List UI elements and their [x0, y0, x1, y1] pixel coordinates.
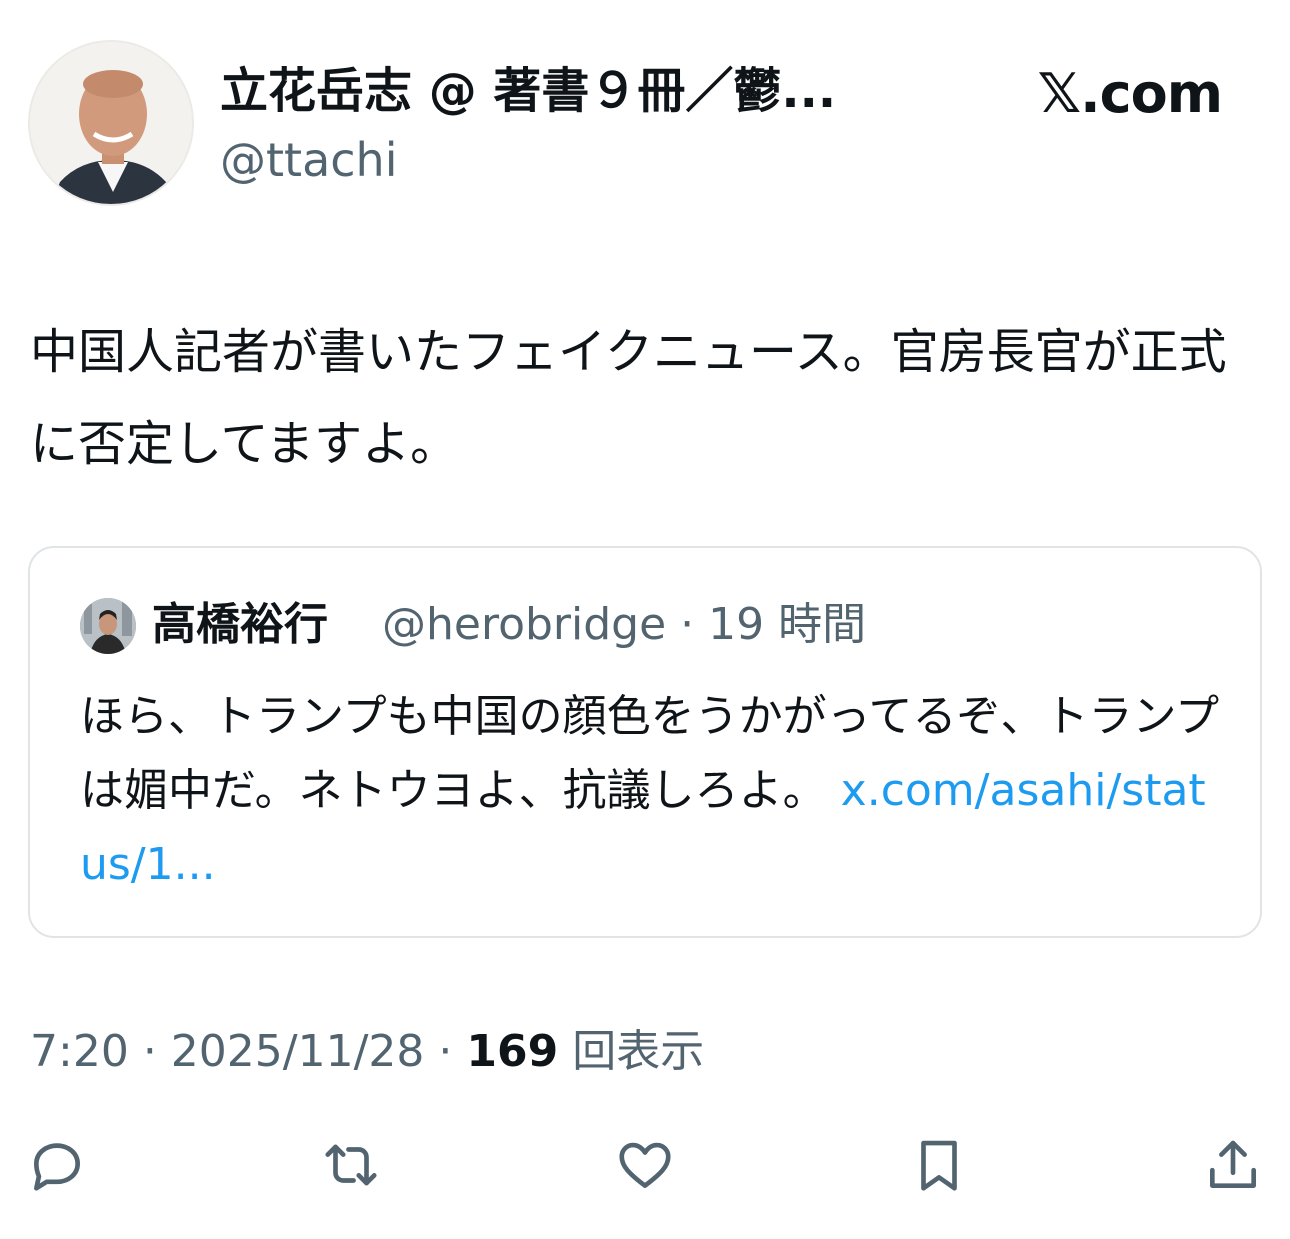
- author-display-name[interactable]: 立花岳志 @ 著書９冊／鬱...: [220, 62, 900, 120]
- views-label: 回表示: [572, 1026, 705, 1077]
- tweet-date[interactable]: 2025/11/28: [171, 1026, 425, 1077]
- reply-icon: [34, 1143, 80, 1191]
- quoted-author-avatar: [80, 598, 136, 654]
- tweet-header: 立花岳志 @ 著書９冊／鬱... @ttachi 𝕏.com: [28, 40, 1262, 210]
- meta-separator: ·: [142, 1026, 171, 1077]
- action-bar: [0, 1130, 1290, 1210]
- tweet-time[interactable]: 7:20: [30, 1026, 129, 1077]
- share-button[interactable]: [1198, 1130, 1268, 1200]
- bookmark-button[interactable]: [904, 1130, 974, 1200]
- tweet-meta: 7:20 · 2025/11/28 · 169 回表示: [30, 1022, 704, 1082]
- bookmark-icon: [921, 1140, 957, 1191]
- retweet-button[interactable]: [316, 1130, 386, 1200]
- like-icon: [619, 1142, 671, 1188]
- tweet-text: 中国人記者が書いたフェイクニュース。官房長官が正式に否定してますよ。: [30, 324, 1227, 472]
- views-count: 169: [466, 1026, 559, 1077]
- quoted-tweet-text: ほら、トランプも中国の顔色をうかがってるぞ、トランプは媚中だ。ネトウヨよ、抗議し…: [80, 680, 1220, 902]
- quoted-tweet[interactable]: 高橋裕行 @herobridge · 19 時間 ほら、トランプも中国の顔色をう…: [28, 546, 1262, 938]
- x-logo: 𝕏.com: [1037, 62, 1223, 125]
- quoted-author-name[interactable]: 高橋裕行: [152, 596, 328, 654]
- reply-button[interactable]: [22, 1130, 92, 1200]
- meta-separator: ·: [438, 1026, 467, 1077]
- quoted-author-meta[interactable]: @herobridge · 19 時間: [382, 596, 866, 654]
- like-button[interactable]: [610, 1130, 680, 1200]
- share-icon: [1210, 1140, 1256, 1188]
- retweet-icon: [325, 1144, 377, 1186]
- author-avatar[interactable]: [28, 40, 194, 206]
- author-handle[interactable]: @ttachi: [220, 132, 398, 188]
